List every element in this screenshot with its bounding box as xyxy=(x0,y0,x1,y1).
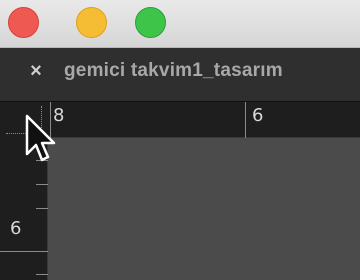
close-window-button[interactable] xyxy=(8,7,39,38)
ruler-label: 6 xyxy=(252,105,264,126)
ruler-major-tick xyxy=(0,251,48,252)
horizontal-ruler[interactable]: 8 6 xyxy=(48,102,360,138)
artboard-canvas[interactable] xyxy=(48,138,360,280)
document-tab-title[interactable]: gemici takvim1_tasarım xyxy=(64,60,283,82)
ruler-minor-tick xyxy=(36,208,48,209)
ruler-major-tick xyxy=(245,102,246,138)
ruler-label: 6 xyxy=(10,218,22,239)
title-bar xyxy=(0,0,360,48)
vertical-ruler[interactable]: 6 xyxy=(0,138,48,280)
minimize-window-button[interactable] xyxy=(76,7,107,38)
maximize-window-button[interactable] xyxy=(135,7,166,38)
tab-close-icon[interactable]: × xyxy=(25,58,47,84)
app-window: × gemici takvim1_tasarım 8 6 6 xyxy=(0,0,360,280)
ruler-minor-tick xyxy=(36,274,48,275)
ruler-major-tick xyxy=(50,102,51,138)
ruler-minor-tick xyxy=(36,160,48,161)
ruler-origin-corner[interactable] xyxy=(0,102,48,138)
ruler-label: 8 xyxy=(53,105,65,126)
ruler-minor-tick xyxy=(36,184,48,185)
document-tab-bar: × gemici takvim1_tasarım xyxy=(0,48,360,102)
ruler-origin-marker xyxy=(6,106,42,134)
